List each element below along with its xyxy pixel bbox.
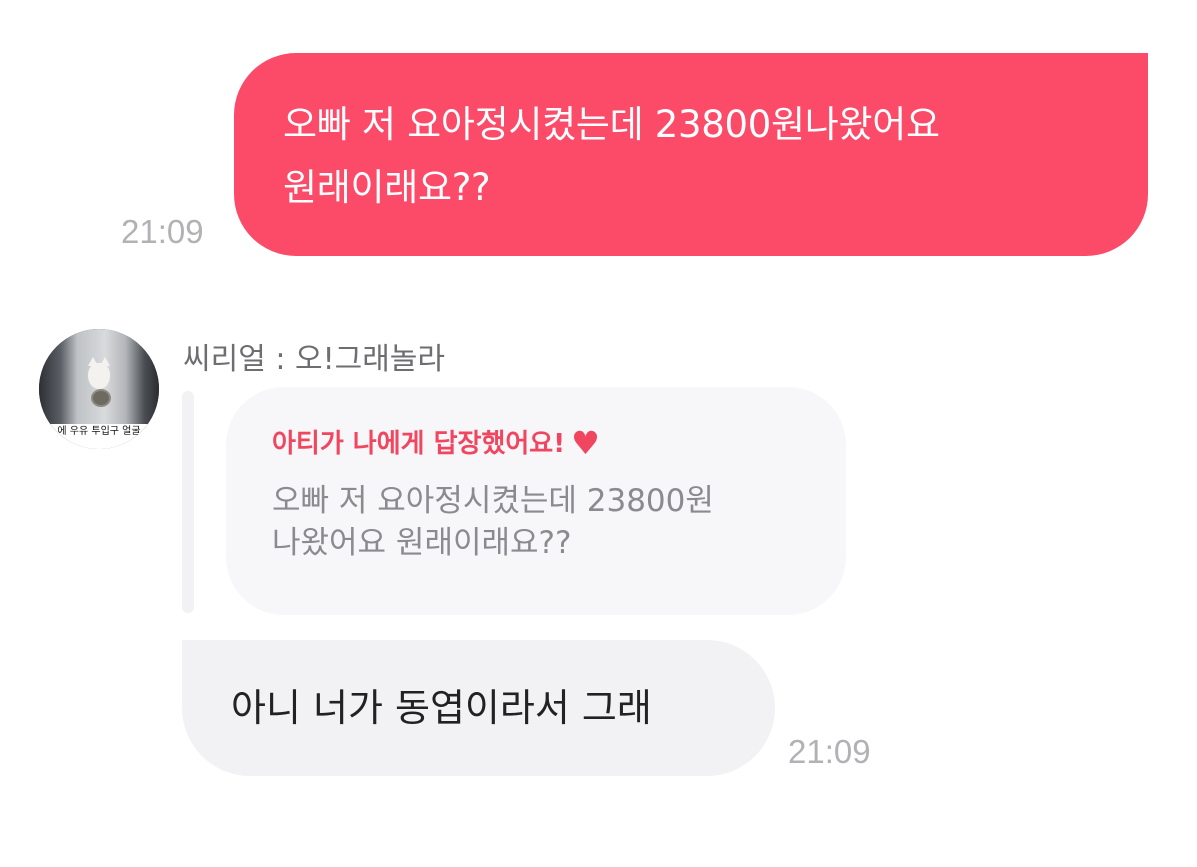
avatar-knob-image	[91, 389, 111, 407]
incoming-message-time: 21:09	[788, 733, 871, 770]
sender-avatar[interactable]: 에 우유 투입구 얼굴	[39, 329, 159, 449]
sender-name: 씨리얼 : 오!그래놀라	[183, 342, 446, 377]
heart-icon: ♥	[571, 424, 600, 462]
reply-header-label: 아티가 나에게 답장했어요!	[272, 429, 566, 459]
reply-card[interactable]: 아티가 나에게 답장했어요! ♥ 오빠 저 요아정시켰는데 23800원 나왔어요…	[226, 387, 846, 615]
avatar-dog-image	[88, 357, 110, 389]
outgoing-message-time: 21:09	[121, 213, 204, 250]
avatar-caption: 에 우유 투입구 얼굴	[39, 424, 159, 449]
reply-header: 아티가 나에게 답장했어요! ♥	[272, 425, 806, 462]
reply-quote-bar	[182, 391, 194, 613]
reply-quoted-text: 오빠 저 요아정시켰는데 23800원 나왔어요 원래이래요??	[272, 483, 714, 561]
outgoing-message-bubble[interactable]: 오빠 저 요아정시켰는데 23800원나왔어요 원래이래요??	[234, 53, 1148, 256]
incoming-message-bubble[interactable]: 아니 너가 동엽이라서 그래	[182, 640, 775, 776]
